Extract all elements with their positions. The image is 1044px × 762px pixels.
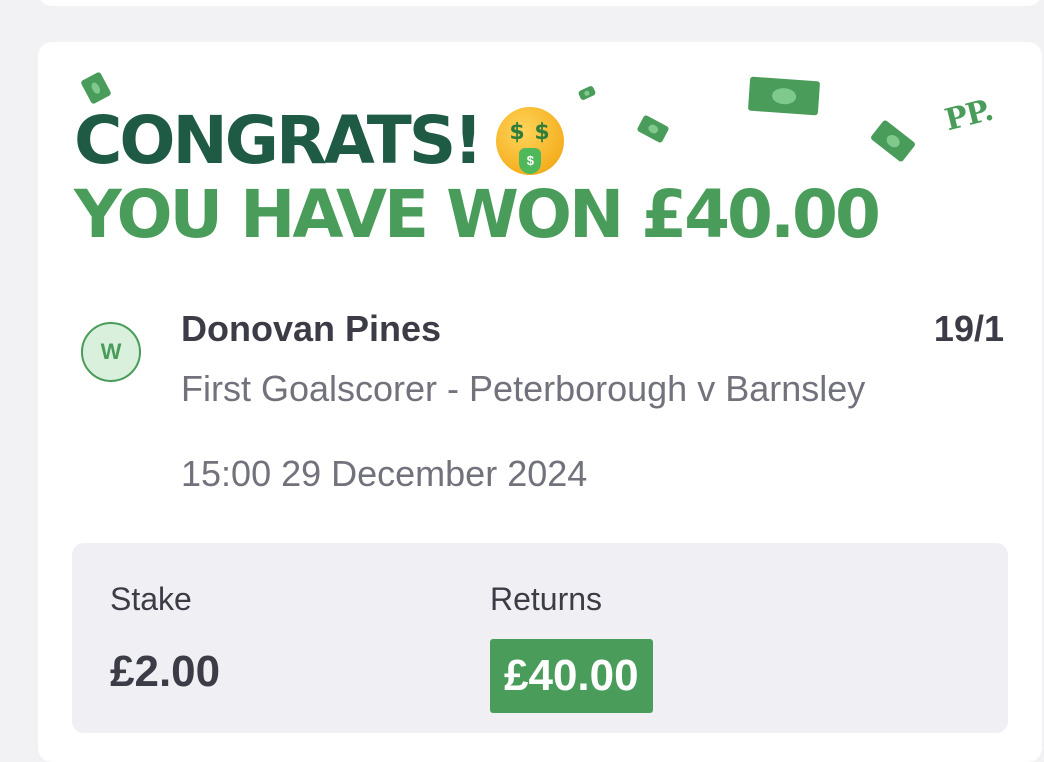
selection-name: Donovan Pines bbox=[181, 308, 442, 349]
banknote-confetti-icon bbox=[80, 71, 112, 105]
stake-value: £2.00 bbox=[110, 647, 221, 696]
returns-value: £40.00 bbox=[490, 639, 653, 713]
banknote-confetti-icon bbox=[869, 119, 917, 163]
previous-bet-card bbox=[38, 0, 1042, 6]
returns-label: Returns bbox=[490, 581, 603, 617]
congrats-row: CONGRATS! $ $ $ bbox=[74, 102, 565, 179]
banknote-confetti-icon bbox=[577, 85, 597, 101]
banknote-confetti-icon bbox=[747, 76, 821, 116]
brand-logo: PP. bbox=[941, 92, 997, 139]
win-amount-heading: YOU HAVE WON £40.00 bbox=[74, 176, 881, 253]
market-description: First Goalscorer - Peterborough v Barnsl… bbox=[181, 368, 866, 409]
event-datetime: 15:00 29 December 2024 bbox=[181, 453, 588, 494]
money-mouth-face-icon: $ $ $ bbox=[496, 107, 565, 175]
stake-label: Stake bbox=[110, 581, 192, 617]
congrats-title: CONGRATS! bbox=[74, 102, 483, 179]
bet-receipt-card: PP. CONGRATS! $ $ $ YOU HAVE WON £40.00 … bbox=[38, 42, 1042, 762]
selection-odds: 19/1 bbox=[933, 308, 1004, 349]
banknote-confetti-icon bbox=[636, 114, 670, 144]
win-result-badge: W bbox=[81, 322, 141, 382]
bet-summary: Stake £2.00 Returns £40.00 bbox=[72, 543, 1008, 733]
